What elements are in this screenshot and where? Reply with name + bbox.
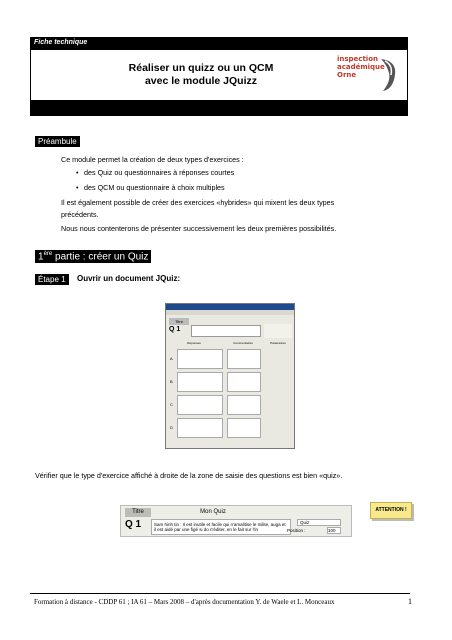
etape1-title: Ouvrir un document JQuiz: [77, 274, 181, 283]
app-row-label: A [170, 356, 173, 361]
preambule-intro: Ce module permet la création de deux typ… [61, 155, 244, 164]
app-question-box [191, 325, 261, 337]
bullet-qcm: des QCM ou questionnaire à choix multipl… [76, 183, 225, 193]
strip-question-text: Sam hinh tin : Il est inutile et facile … [151, 519, 291, 535]
footer-text: Formation à distance - CDDP 61 ; IA 61 –… [34, 598, 335, 606]
app-answer-cell [177, 418, 223, 438]
app-row-c: C [169, 395, 291, 417]
app-question-label: Q 1 [169, 326, 181, 333]
app-comment-cell [227, 395, 261, 415]
app-row-label: B [170, 379, 173, 384]
app-row-label: C [170, 402, 173, 407]
app-row-d: D [169, 418, 291, 440]
jquiz-screenshot: Titre Q 1 Réponses Commentaires Paramètr… [165, 303, 295, 449]
app-comment-cell [227, 372, 261, 392]
inspection-logo: inspection académique Orne [337, 55, 399, 95]
part1-heading: 1ère partie : créer un Quiz [35, 250, 152, 264]
present-line: Nous nous contenterons de présenter succ… [61, 224, 337, 233]
app-row-a: A [169, 349, 291, 371]
title-box: Réaliser un quizz ou un QCM avec le modu… [30, 49, 408, 101]
part1-sup: ère [43, 251, 53, 257]
app-comment-cell [227, 349, 261, 369]
app-row-b: B [169, 372, 291, 394]
strip-position-label: Position : [287, 528, 306, 533]
marianne-icon [381, 59, 396, 91]
doc-tag: Fiche technique [30, 37, 408, 49]
hybrid-line1: Il est également possible de créer des e… [61, 198, 335, 207]
hybrid-line2: précédents. [61, 210, 99, 219]
part1-rest: partie : créer un Quiz [52, 251, 149, 263]
strip-type-select: Quiz [297, 519, 341, 526]
app-comment-cell [227, 418, 261, 438]
app-answer-cell [177, 349, 223, 369]
strip-position-value: 100 [327, 527, 341, 534]
quiz-type-illustration: Titre Mon Quiz Q 1 Sam hinh tin : Il est… [120, 505, 352, 537]
strip-title-tab: Titre [125, 508, 151, 517]
strip-quiz-title: Mon Quiz [200, 509, 226, 515]
footer-rule [30, 593, 410, 594]
app-answer-cell [177, 372, 223, 392]
doc-title-line1: Réaliser un quizz ou un QCM [128, 62, 274, 74]
app-menubar [166, 310, 294, 315]
app-answer-cell [177, 395, 223, 415]
app-col-commentaires: Commentaires [233, 341, 253, 345]
title-band [30, 101, 408, 116]
bullet-quiz: des Quiz ou questionnaires à réponses co… [76, 168, 234, 178]
doc-title: Réaliser un quizz ou un QCM avec le modu… [91, 62, 311, 88]
app-row-label: D [170, 425, 173, 430]
attention-note: ATTENTION ! [370, 502, 412, 519]
app-col-reponses: Réponses [187, 341, 201, 345]
verify-instruction: Vérifier que le type d'exercice affiché … [35, 471, 343, 480]
app-title-tab: Titre [169, 318, 189, 325]
app-type-panel [264, 324, 292, 338]
strip-question-label: Q 1 [125, 519, 142, 530]
etape1-label: Étape 1 [35, 274, 69, 285]
page-number: 1 [408, 597, 412, 606]
doc-title-line2: avec le module JQuizz [144, 75, 258, 87]
app-col-parametres: Paramètres [270, 341, 286, 345]
preambule-label: Préambule [35, 136, 80, 147]
